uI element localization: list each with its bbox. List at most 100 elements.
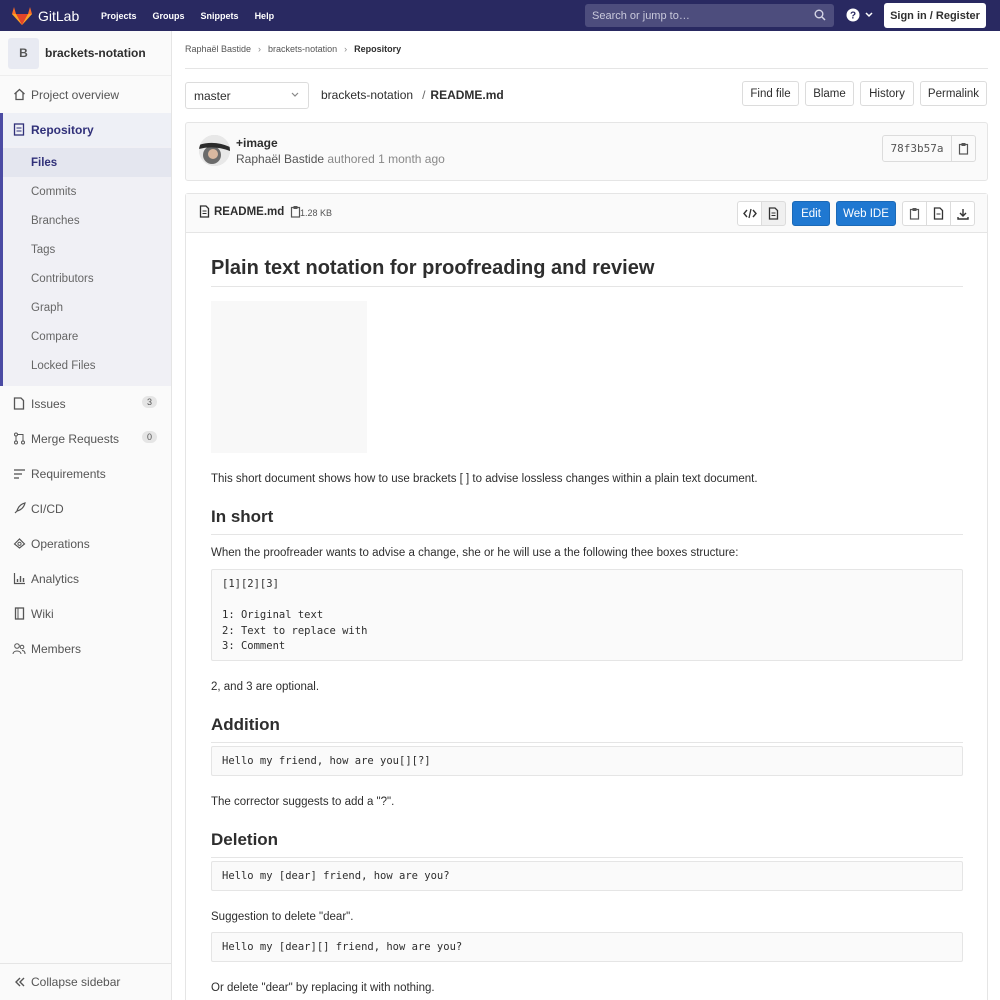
breadcrumb-chevron-icon: › [344, 44, 348, 54]
display-rendered-button[interactable] [761, 201, 786, 226]
sidebar-item-label: Repository [31, 122, 94, 137]
commit-author[interactable]: Raphaël Bastide [236, 152, 324, 166]
nav-snippets[interactable]: Snippets [201, 11, 239, 21]
commit-time: authored 1 month ago [327, 152, 445, 166]
sidebar-item-requirements[interactable]: Requirements [0, 457, 171, 490]
readme-intro: This short document shows how to use bra… [211, 473, 758, 485]
sidebar-item-label: Wiki [31, 606, 54, 621]
signin-button[interactable]: Sign in / Register [884, 3, 986, 28]
breadcrumb-project[interactable]: brackets-notation [268, 44, 337, 54]
issues-icon [12, 397, 26, 411]
code-block-addition: Hello my friend, how are you[][?] [211, 746, 963, 776]
sidebar-subitem-compare[interactable]: Compare [3, 322, 171, 351]
blame-button[interactable]: Blame [805, 81, 854, 106]
sidebar-subitem-branches[interactable]: Branches [3, 206, 171, 235]
code-block-deletion-2: Hello my [dear][] friend, how are you? [211, 932, 963, 962]
question-icon: ? [846, 8, 860, 22]
sidebar-item-issues[interactable]: Issues 3 [0, 387, 171, 420]
sidebar-subitem-tags[interactable]: Tags [3, 235, 171, 264]
requirements-icon [12, 467, 26, 481]
search-input[interactable]: Search or jump to… [585, 4, 834, 27]
breadcrumb: Raphaël Bastide › brackets-notation › Re… [185, 44, 401, 54]
sidebar-subitem-graph[interactable]: Graph [3, 293, 171, 322]
open-raw-button[interactable] [926, 201, 951, 226]
commit-meta: Raphaël Bastide authored 1 month ago [236, 152, 445, 166]
sidebar-item-label: Operations [31, 536, 90, 551]
heading-deletion: Deletion [211, 830, 279, 849]
gitlab-logo[interactable]: GitLab [12, 6, 92, 25]
web-ide-button[interactable]: Web IDE [836, 201, 896, 226]
breadcrumb-current[interactable]: Repository [354, 44, 401, 54]
sidebar-item-operations[interactable]: Operations [0, 527, 171, 560]
code-icon [742, 208, 757, 219]
sidebar-subitem-commits[interactable]: Commits [3, 177, 171, 206]
sidebar-item-merge-requests[interactable]: Merge Requests 0 [0, 422, 171, 455]
sidebar-item-label: Requirements [31, 466, 106, 481]
doc-icon [12, 123, 26, 137]
document-icon [768, 207, 779, 220]
display-source-button[interactable] [737, 201, 762, 226]
sidebar-subitem-locked-files[interactable]: Locked Files [3, 351, 171, 380]
sidebar-item-repository[interactable]: Repository [0, 113, 171, 146]
permalink-button[interactable]: Permalink [920, 81, 987, 106]
collapse-sidebar-button[interactable]: Collapse sidebar [0, 963, 171, 1000]
download-icon [956, 208, 969, 220]
clipboard-icon [909, 208, 920, 220]
search-icon [814, 9, 826, 21]
download-button[interactable] [950, 201, 975, 226]
edit-button[interactable]: Edit [792, 201, 830, 226]
chevron-down-icon [865, 12, 873, 18]
last-commit-box: +image Raphaël Bastide authored 1 month … [185, 122, 988, 181]
nav-groups[interactable]: Groups [153, 11, 185, 21]
file-name: README.md [214, 205, 285, 218]
sidebar-subitem-files[interactable]: Files [3, 148, 171, 177]
path-file: README.md [430, 88, 504, 102]
readme-deletion-note-2: Or delete "dear" by replacing it with no… [211, 982, 435, 994]
path-separator: / [422, 88, 426, 102]
sidebar-item-members[interactable]: Members [0, 632, 171, 665]
breadcrumb-chevron-icon: › [258, 44, 262, 54]
svg-text:?: ? [850, 11, 856, 22]
commit-sha[interactable]: 78f3b57a [882, 135, 952, 162]
nav-projects[interactable]: Projects [101, 11, 137, 21]
divider [185, 68, 988, 69]
mr-count-badge: 0 [141, 431, 157, 443]
book-icon [12, 607, 26, 621]
sidebar-item-cicd[interactable]: CI/CD [0, 492, 171, 525]
nav-help[interactable]: Help [255, 11, 275, 21]
sidebar-subitem-contributors[interactable]: Contributors [3, 264, 171, 293]
collapse-sidebar-label: Collapse sidebar [31, 975, 121, 989]
sidebar-item-overview[interactable]: Project overview [0, 78, 171, 111]
chart-icon [12, 572, 26, 586]
heading-in-short: In short [211, 507, 274, 526]
repository-submenu: Files Commits Branches Tags Contributors… [0, 146, 171, 386]
file-path: brackets-notation / README.md [321, 88, 504, 102]
sidebar-item-label: Project overview [31, 87, 120, 102]
file-size: 1.28 KB [300, 208, 333, 218]
sidebar-item-label: Issues [31, 396, 66, 411]
branch-selector[interactable]: master [185, 82, 309, 109]
code-block-deletion-1: Hello my [dear] friend, how are you? [211, 861, 963, 891]
merge-request-icon [12, 432, 26, 446]
copy-contents-button[interactable] [902, 201, 927, 226]
help-dropdown[interactable]: ? [846, 8, 874, 22]
author-avatar[interactable] [199, 135, 230, 166]
sidebar-item-analytics[interactable]: Analytics [0, 562, 171, 595]
divider [211, 742, 963, 743]
rocket-icon [12, 502, 26, 516]
issues-count-badge: 3 [141, 396, 157, 408]
history-button[interactable]: History [860, 81, 914, 106]
sidebar-item-label: CI/CD [31, 501, 64, 516]
project-avatar: B [8, 37, 39, 69]
divider [211, 534, 963, 535]
double-chevron-left-icon [15, 977, 25, 987]
sidebar-item-wiki[interactable]: Wiki [0, 597, 171, 630]
brand-name: GitLab [38, 7, 80, 24]
commit-title[interactable]: +image [236, 136, 278, 150]
find-file-button[interactable]: Find file [742, 81, 799, 106]
path-root-link[interactable]: brackets-notation [321, 88, 413, 102]
divider [211, 857, 963, 858]
breadcrumb-owner[interactable]: Raphaël Bastide [185, 44, 251, 54]
copy-sha-button[interactable] [951, 135, 976, 162]
sidebar-project-header[interactable]: B brackets-notation [0, 31, 171, 76]
